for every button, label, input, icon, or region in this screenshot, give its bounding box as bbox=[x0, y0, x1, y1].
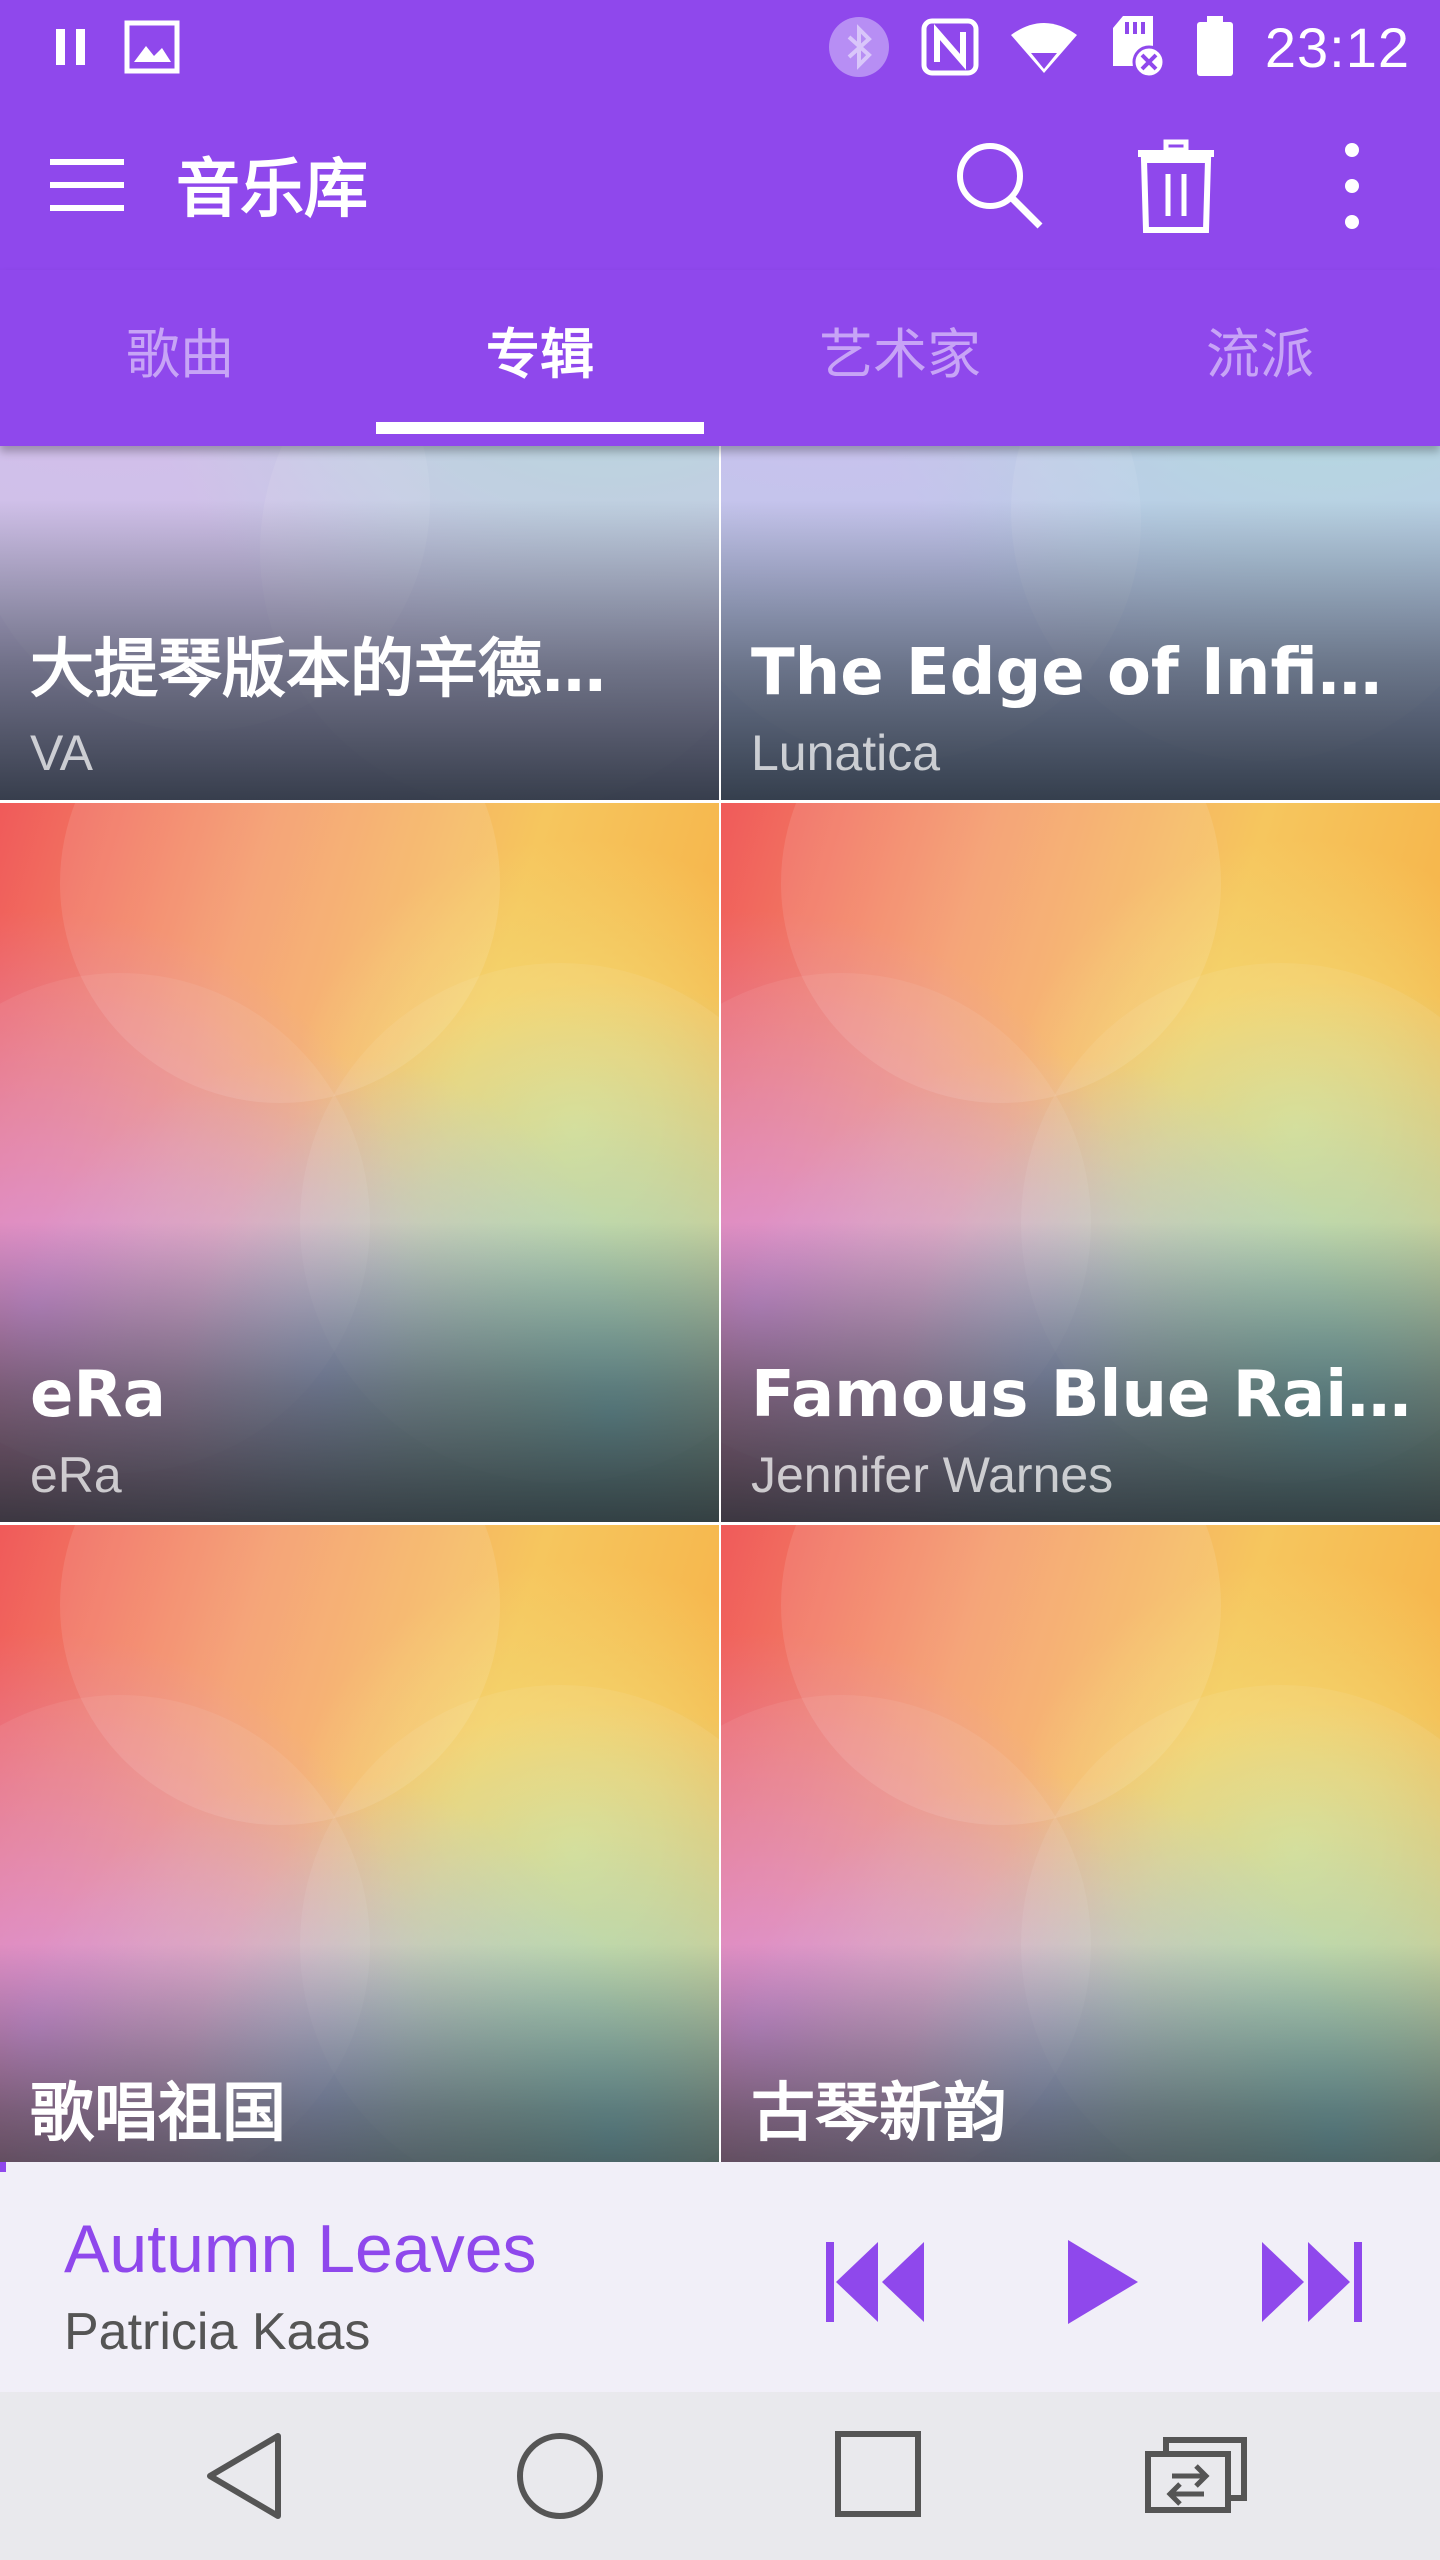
album-tile[interactable]: eRa eRa bbox=[0, 803, 719, 1522]
pause-icon bbox=[54, 25, 88, 69]
trash-icon[interactable] bbox=[1126, 136, 1226, 236]
previous-icon[interactable] bbox=[816, 2222, 936, 2342]
play-icon[interactable] bbox=[1040, 2222, 1160, 2342]
album-tile[interactable]: Famous Blue Rain… Jennifer Warnes bbox=[721, 803, 1440, 1522]
navigation-bar bbox=[0, 2392, 1440, 2560]
tab-songs[interactable]: 歌曲 bbox=[0, 270, 360, 446]
album-title: 歌唱祖国 bbox=[30, 2077, 286, 2151]
bluetooth-icon bbox=[827, 15, 891, 79]
album-title: 大提琴版本的辛德… bbox=[30, 633, 606, 707]
tab-indicator bbox=[376, 422, 704, 434]
album-tile[interactable]: 大提琴版本的辛德… VA bbox=[0, 446, 719, 800]
album-title: 古琴新韵 bbox=[751, 2077, 1007, 2151]
now-playing-artist: Patricia Kaas bbox=[64, 2303, 371, 2361]
recents-icon[interactable] bbox=[818, 2416, 938, 2536]
album-artist: VA bbox=[30, 725, 93, 781]
tab-artists[interactable]: 艺术家 bbox=[720, 270, 1080, 446]
battery-icon bbox=[1195, 16, 1235, 78]
album-artist: Jennifer Warnes bbox=[751, 1447, 1114, 1503]
tab-albums[interactable]: 专辑 bbox=[360, 270, 720, 446]
now-playing-title: Autumn Leaves bbox=[64, 2211, 537, 2287]
more-vert-icon[interactable] bbox=[1302, 136, 1402, 236]
wifi-icon bbox=[1009, 19, 1079, 75]
sd-card-icon bbox=[1109, 14, 1165, 80]
app-bar: 音乐库 bbox=[0, 100, 1440, 270]
clock: 23:12 bbox=[1264, 15, 1410, 79]
album-tile[interactable]: 歌唱祖国 bbox=[0, 1525, 719, 2162]
album-artist: eRa bbox=[30, 1447, 122, 1503]
back-icon[interactable] bbox=[186, 2416, 306, 2536]
album-title: The Edge of Infinity bbox=[751, 636, 1416, 710]
now-playing-bar[interactable]: Autumn Leaves Patricia Kaas bbox=[0, 2162, 1440, 2392]
album-title: eRa bbox=[30, 1358, 166, 1432]
nfc-icon bbox=[921, 18, 979, 76]
home-icon[interactable] bbox=[500, 2416, 620, 2536]
search-icon[interactable] bbox=[948, 136, 1048, 236]
tab-bar: 歌曲 专辑 艺术家 流派 bbox=[0, 270, 1440, 446]
album-tile[interactable]: The Edge of Infinity Lunatica bbox=[721, 446, 1440, 800]
status-bar: 23:12 bbox=[0, 0, 1440, 100]
next-icon[interactable] bbox=[1252, 2222, 1372, 2342]
image-icon bbox=[124, 20, 180, 74]
tab-genres[interactable]: 流派 bbox=[1080, 270, 1440, 446]
album-tile[interactable]: 古琴新韵 bbox=[721, 1525, 1440, 2162]
dual-window-icon[interactable] bbox=[1136, 2416, 1256, 2536]
playback-progress[interactable] bbox=[0, 2162, 6, 2172]
album-grid: 大提琴版本的辛德… VA The Edge of Infinity Lunati… bbox=[0, 446, 1440, 2162]
album-artist: Lunatica bbox=[751, 725, 941, 781]
menu-icon[interactable] bbox=[48, 155, 128, 215]
album-title: Famous Blue Rain… bbox=[751, 1358, 1416, 1432]
page-title: 音乐库 bbox=[176, 153, 368, 227]
